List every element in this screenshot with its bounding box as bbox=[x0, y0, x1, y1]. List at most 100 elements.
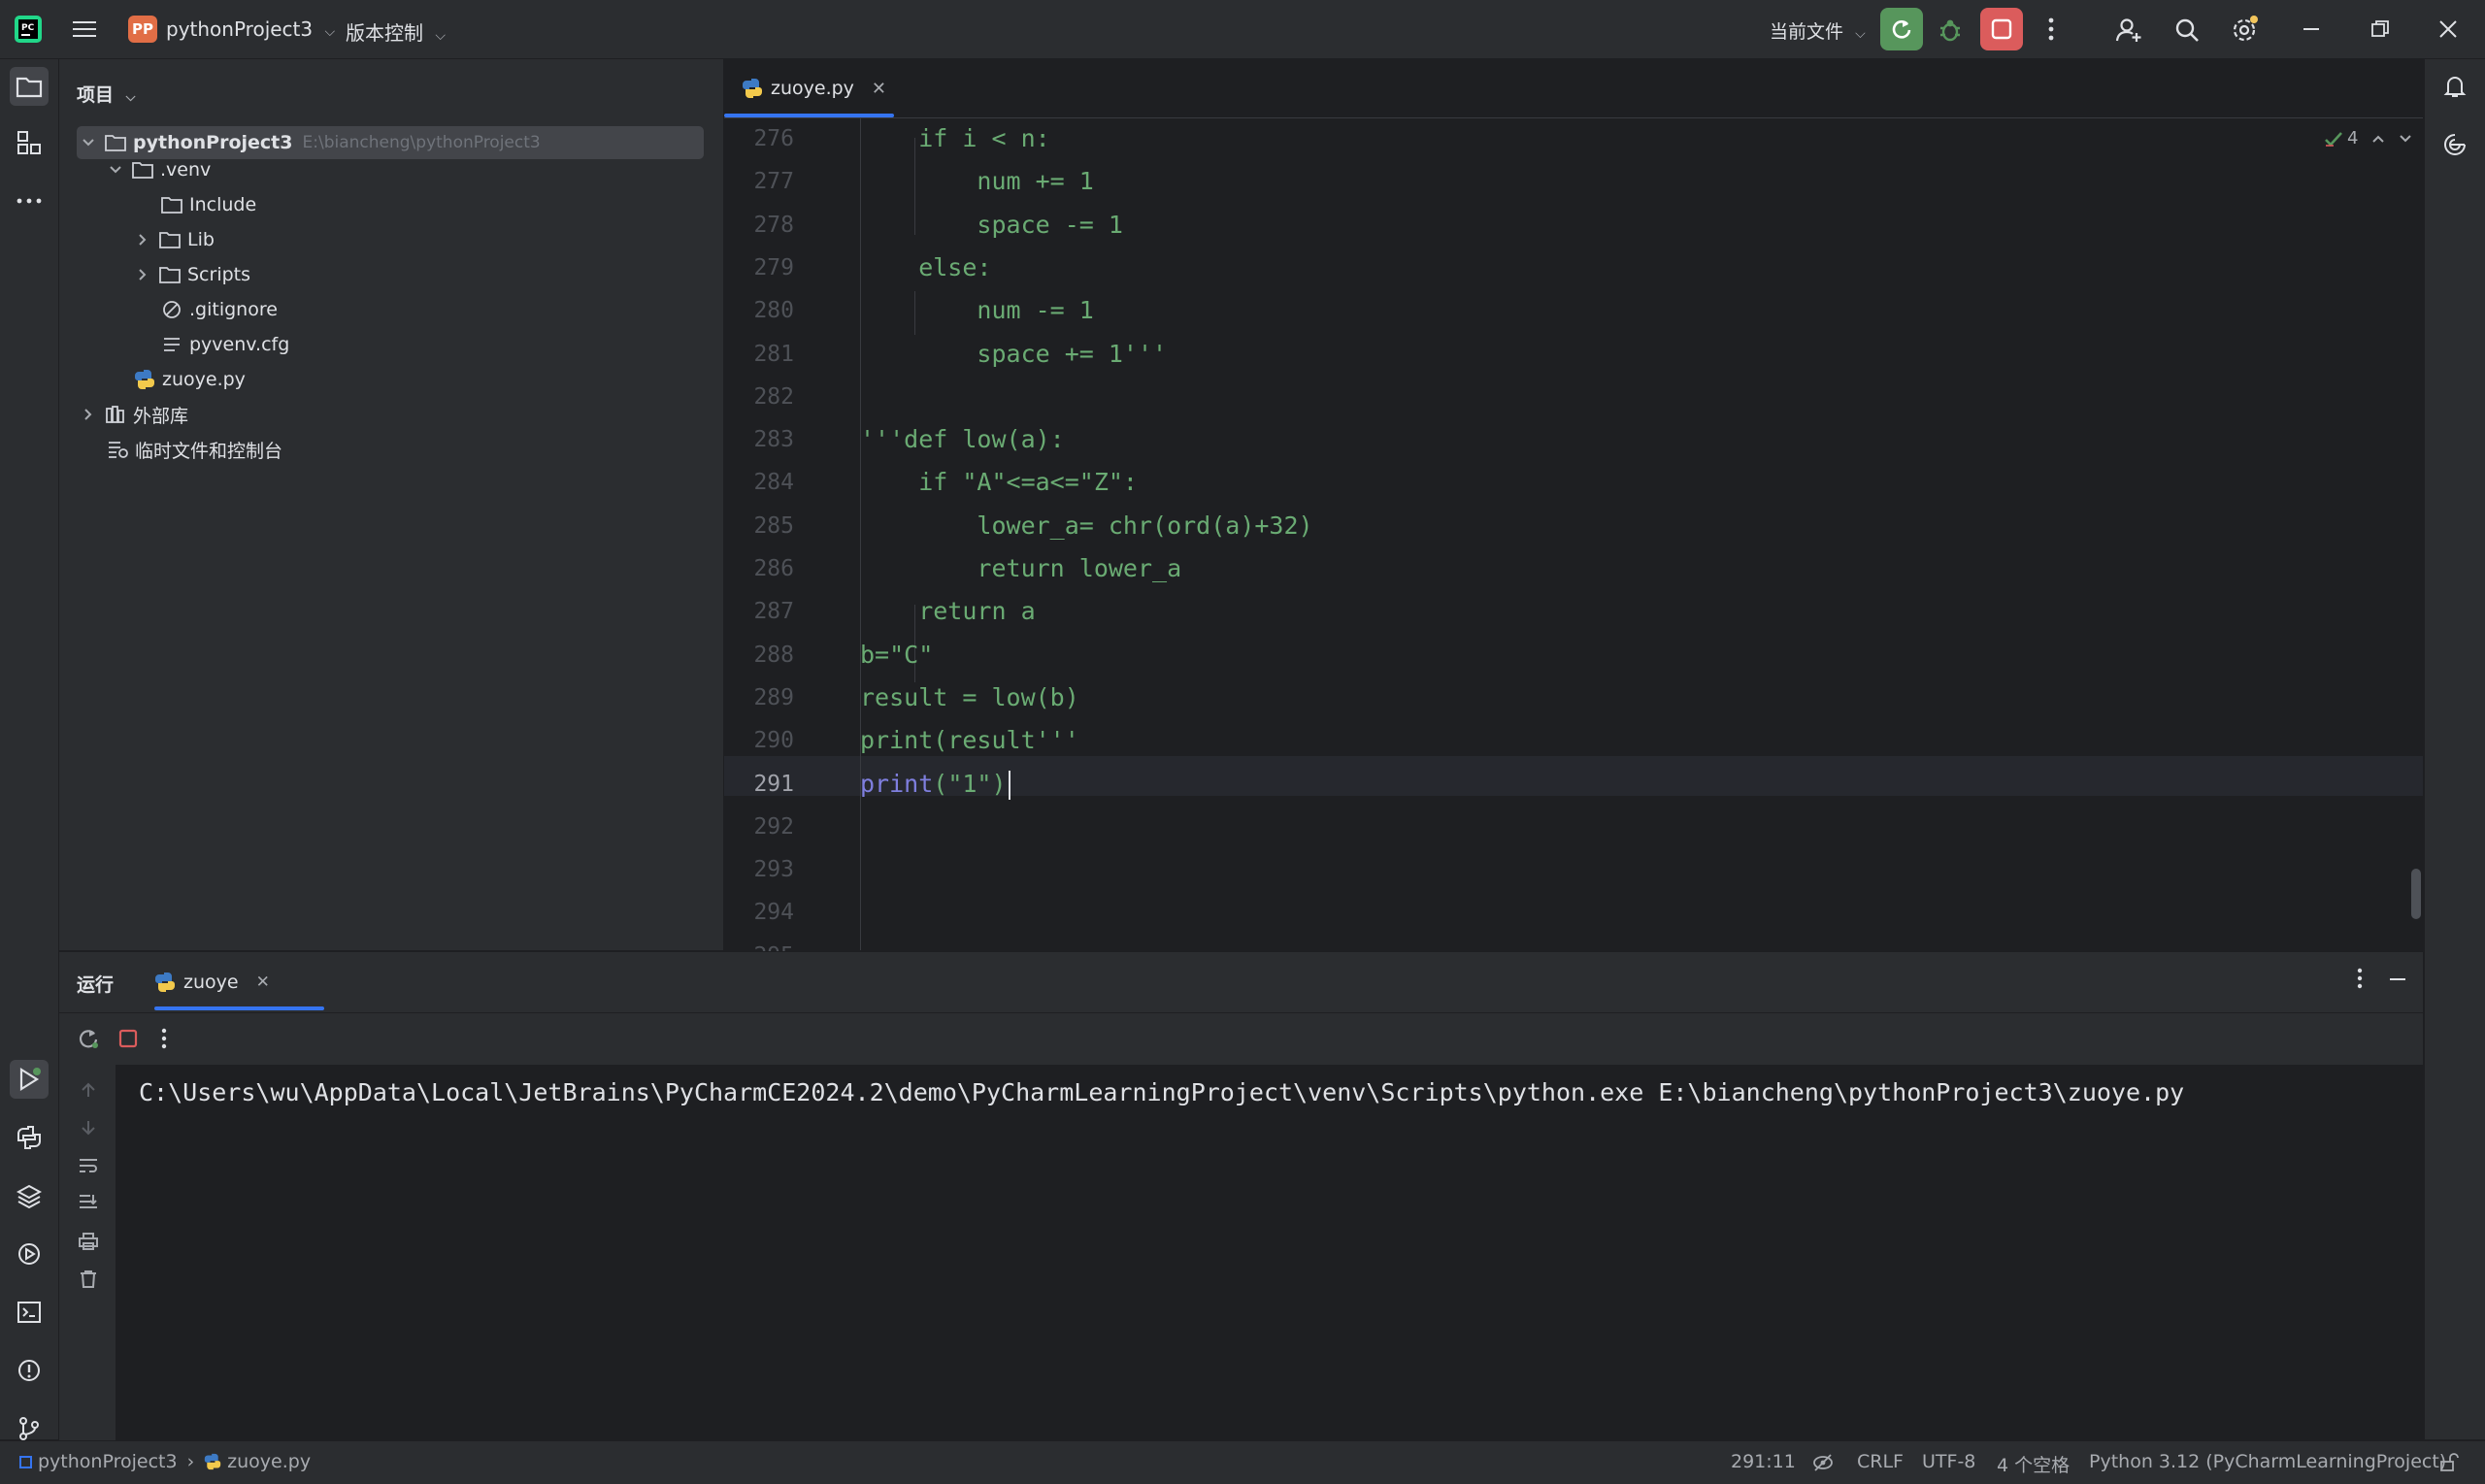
tree-item-label: pyvenv.cfg bbox=[189, 334, 290, 355]
run-tab-zuoye[interactable]: zuoye ✕ bbox=[154, 966, 270, 999]
run-tool-button[interactable] bbox=[10, 1060, 49, 1099]
more-actions-icon[interactable] bbox=[2038, 14, 2064, 45]
problems-tool-button[interactable] bbox=[10, 1351, 49, 1390]
close-window-icon[interactable] bbox=[2436, 17, 2460, 41]
rerun-button[interactable] bbox=[1880, 8, 1923, 50]
python-console-tool-button[interactable] bbox=[10, 1118, 49, 1157]
chevron-down-icon[interactable] bbox=[79, 138, 98, 148]
structure-tool-button[interactable] bbox=[10, 123, 49, 162]
project-tool-button[interactable] bbox=[10, 67, 49, 106]
line-number: 276 bbox=[753, 126, 794, 151]
trash-icon[interactable] bbox=[77, 1268, 100, 1291]
editor-tab-zuoye-py[interactable]: zuoye.py ✕ bbox=[724, 59, 904, 117]
breadcrumb-file[interactable]: zuoye.py bbox=[227, 1451, 311, 1472]
chevron-right-icon[interactable] bbox=[133, 268, 152, 281]
line-number: 288 bbox=[753, 642, 794, 668]
minimize-window-icon[interactable] bbox=[2301, 19, 2324, 39]
editor-scrollbar-thumb[interactable] bbox=[2411, 869, 2421, 919]
code-area[interactable]: if i < n: num += 1 space -= 1 else: num … bbox=[860, 118, 2423, 950]
close-tab-icon[interactable]: ✕ bbox=[872, 79, 886, 99]
vcs-menu[interactable]: 版本控制 ⌵ bbox=[346, 17, 446, 46]
debug-button[interactable] bbox=[1934, 14, 1967, 47]
scratches-console-icon bbox=[106, 439, 129, 460]
close-tab-icon[interactable]: ✕ bbox=[256, 973, 270, 992]
run-console-output[interactable]: C:\Users\wu\AppData\Local\JetBrains\PyCh… bbox=[116, 1065, 2423, 1440]
run-panel-title: 运行 bbox=[77, 974, 115, 996]
line-number: 278 bbox=[753, 212, 794, 238]
search-icon[interactable] bbox=[2170, 14, 2203, 47]
folder-icon bbox=[158, 229, 182, 250]
notifications-bell-icon[interactable] bbox=[2441, 73, 2470, 102]
terminal-tool-button[interactable] bbox=[10, 1293, 49, 1332]
rerun-icon[interactable] bbox=[77, 1027, 102, 1052]
run-tool-window: 运行 zuoye ✕ C:\Users\wu\AppData\Local\Jet… bbox=[59, 951, 2423, 1440]
code-line: if "A"<=a<="Z": bbox=[860, 468, 1138, 497]
scroll-to-end-icon[interactable] bbox=[77, 1191, 100, 1214]
scroll-up-arrow-icon[interactable] bbox=[77, 1078, 100, 1102]
rerun-icon bbox=[1892, 20, 1911, 39]
tree-item-venv[interactable]: .venv bbox=[106, 153, 211, 186]
file-encoding[interactable]: UTF-8 bbox=[1922, 1451, 1975, 1472]
problems-icon bbox=[18, 1360, 40, 1381]
scroll-down-arrow-icon[interactable] bbox=[77, 1116, 100, 1139]
indent-setting[interactable]: 4 个空格 bbox=[1997, 1451, 2070, 1477]
tree-item-gitignore[interactable]: .gitignore bbox=[160, 293, 278, 326]
tree-item-include[interactable]: Include bbox=[160, 188, 256, 221]
chevron-right-icon[interactable] bbox=[79, 408, 98, 421]
stop-button[interactable] bbox=[1980, 8, 2023, 50]
code-line: num += 1 bbox=[860, 167, 1094, 196]
more-actions-icon[interactable] bbox=[161, 1028, 177, 1051]
line-number: 292 bbox=[753, 813, 794, 840]
run-panel-divider bbox=[59, 1012, 2423, 1013]
print-icon[interactable] bbox=[77, 1230, 100, 1253]
python-file-icon bbox=[742, 78, 763, 99]
code-line: num -= 1 bbox=[860, 296, 1094, 325]
stop-icon[interactable] bbox=[117, 1028, 141, 1051]
run-icon bbox=[19, 1068, 41, 1091]
run-panel-options-icon[interactable] bbox=[2357, 968, 2376, 997]
more-tool-windows-icon[interactable] bbox=[10, 181, 49, 220]
chevron-right-icon[interactable] bbox=[133, 233, 152, 247]
line-number: 290 bbox=[753, 728, 794, 754]
code-with-me-icon[interactable] bbox=[2112, 14, 2145, 47]
inline-completion-disabled-icon[interactable] bbox=[1812, 1453, 1834, 1472]
line-number: 281 bbox=[753, 341, 794, 367]
ai-assistant-icon[interactable] bbox=[2441, 131, 2470, 160]
tree-item-pyvenv-cfg[interactable]: pyvenv.cfg bbox=[160, 328, 289, 361]
project-panel-header[interactable]: 项目 ⌵ bbox=[77, 81, 136, 107]
chevron-down-icon[interactable] bbox=[106, 165, 125, 175]
tree-item-zuoye-py[interactable]: zuoye.py bbox=[133, 363, 246, 396]
line-number: 279 bbox=[753, 254, 794, 280]
python-console-icon bbox=[17, 1126, 41, 1149]
run-config-selector[interactable]: 当前文件 ⌵ bbox=[1770, 17, 1866, 44]
tree-item-label: pythonProject3 bbox=[133, 132, 293, 153]
caret-position[interactable]: 291:11 bbox=[1731, 1451, 1796, 1472]
tree-item-external-libraries[interactable]: 外部库 bbox=[79, 398, 188, 431]
breadcrumb[interactable]: pythonProject3 › zuoye.py bbox=[19, 1451, 311, 1472]
active-run-tab-indicator bbox=[154, 1006, 324, 1010]
soft-wrap-icon[interactable] bbox=[77, 1154, 100, 1177]
settings-gear-icon[interactable] bbox=[2228, 13, 2261, 46]
line-separator[interactable]: CRLF bbox=[1857, 1451, 1904, 1472]
line-number: 289 bbox=[753, 684, 794, 710]
python-interpreter[interactable]: Python 3.12 (PyCharmLearningProject) bbox=[2089, 1451, 2446, 1472]
code-line: lower_a= chr(ord(a)+32) bbox=[860, 511, 1313, 540]
python-file-icon bbox=[133, 369, 156, 390]
breadcrumb-project[interactable]: pythonProject3 bbox=[38, 1451, 178, 1472]
services-tool-button[interactable] bbox=[10, 1235, 49, 1273]
project-badge[interactable]: PP bbox=[128, 16, 157, 43]
tree-item-scripts[interactable]: Scripts bbox=[133, 258, 250, 291]
editor-tab-bar: zuoye.py ✕ bbox=[724, 59, 2423, 118]
tree-item-scratches[interactable]: 临时文件和控制台 bbox=[106, 433, 282, 466]
file-lock-icon[interactable] bbox=[2439, 1453, 2459, 1472]
restore-window-icon[interactable] bbox=[2369, 17, 2392, 41]
code-line: space -= 1 bbox=[860, 210, 1123, 239]
folder-icon bbox=[16, 77, 43, 98]
main-menu-icon[interactable] bbox=[70, 16, 99, 43]
tree-item-label: 临时文件和控制台 bbox=[135, 440, 283, 462]
project-switcher[interactable]: pythonProject3 ⌵ bbox=[166, 17, 335, 41]
tree-item-lib[interactable]: Lib bbox=[133, 223, 215, 256]
hide-panel-icon[interactable] bbox=[2388, 970, 2411, 993]
chevron-right-icon: › bbox=[186, 1451, 195, 1472]
python-packages-tool-button[interactable] bbox=[10, 1176, 49, 1215]
